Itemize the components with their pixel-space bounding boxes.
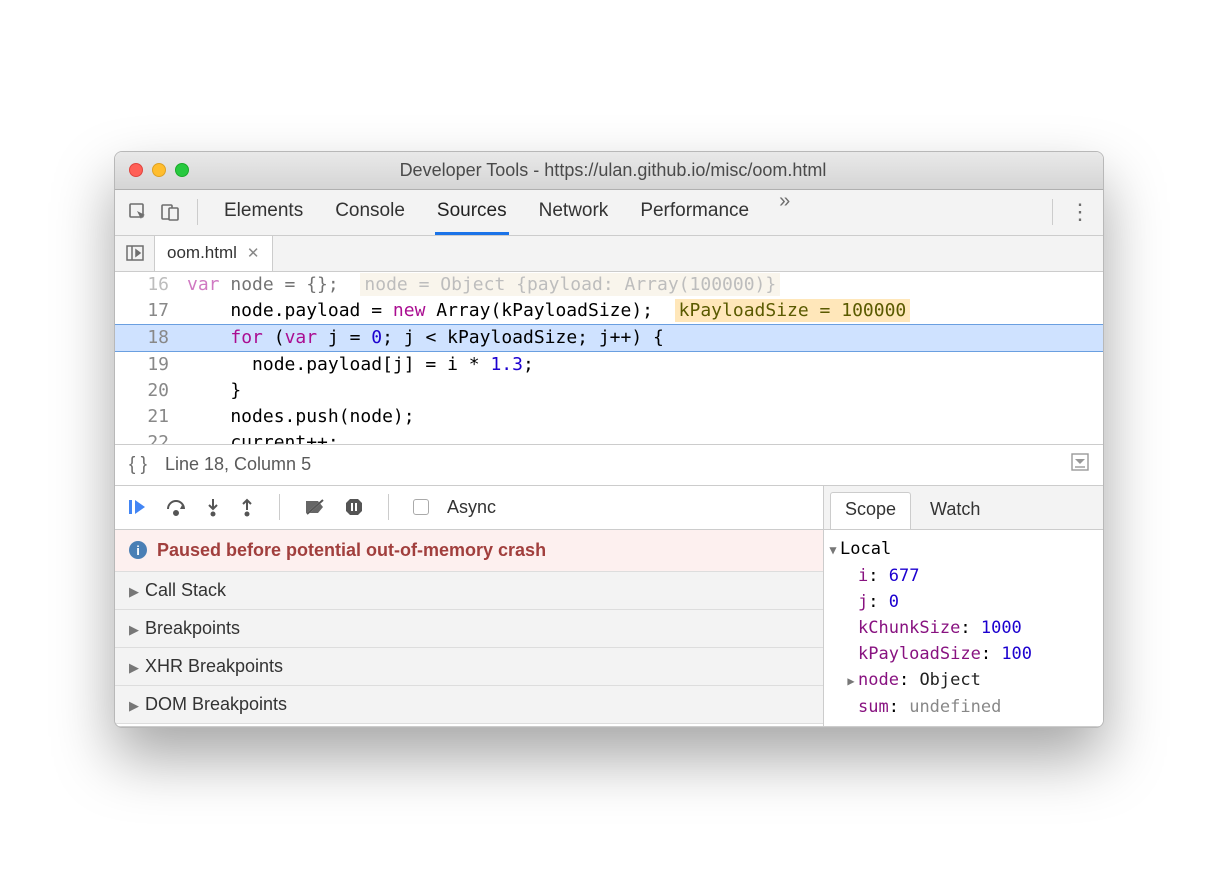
resume-icon[interactable] [127, 497, 147, 517]
step-out-icon[interactable] [239, 497, 255, 517]
debugger-left-pane: Async i Paused before potential out-of-m… [115, 486, 823, 726]
async-checkbox[interactable] [413, 499, 429, 515]
pause-notice: i Paused before potential out-of-memory … [115, 530, 823, 572]
deactivate-breakpoints-icon[interactable] [304, 497, 326, 517]
pretty-print-icon[interactable]: { } [129, 454, 147, 476]
line-number: 18 [115, 325, 183, 351]
devtools-window: Developer Tools - https://ulan.github.io… [114, 151, 1104, 728]
file-tab-label: oom.html [167, 243, 237, 263]
scope-var[interactable]: kPayloadSize: 100 [826, 641, 1101, 667]
code-editor[interactable]: 16 var node = {}; node = Object {payload… [115, 272, 1103, 444]
scope-tabs: Scope Watch [824, 486, 1103, 530]
window-title: Developer Tools - https://ulan.github.io… [137, 160, 1089, 181]
line-number: 17 [115, 298, 183, 324]
line-number: 21 [115, 404, 183, 430]
navigator-toggle-icon[interactable] [115, 236, 155, 271]
async-label: Async [447, 497, 496, 518]
divider [388, 494, 389, 520]
editor-status-bar: { } Line 18, Column 5 [115, 444, 1103, 486]
scope-variables: ▼Local i: 677 j: 0 kChunkSize: 1000 kPay… [824, 530, 1103, 726]
inspect-icon[interactable] [127, 201, 149, 223]
tab-elements[interactable]: Elements [222, 190, 305, 235]
step-over-icon[interactable] [165, 497, 187, 517]
section-breakpoints[interactable]: Breakpoints [115, 610, 823, 648]
line-number: 16 [115, 272, 183, 298]
more-tabs-icon[interactable]: » [779, 190, 790, 235]
close-tab-icon[interactable]: ✕ [247, 244, 260, 262]
highlighted-line: 18 for (var j = 0; j < kPayloadSize; j++… [115, 324, 1103, 352]
scroll-marker-icon[interactable] [1071, 453, 1089, 476]
tab-network[interactable]: Network [537, 190, 611, 235]
tab-performance[interactable]: Performance [638, 190, 751, 235]
cursor-position: Line 18, Column 5 [165, 454, 311, 475]
line-number: 20 [115, 378, 183, 404]
pause-message: Paused before potential out-of-memory cr… [157, 540, 546, 561]
settings-menu-icon[interactable]: ⋮ [1069, 199, 1091, 225]
titlebar: Developer Tools - https://ulan.github.io… [115, 152, 1103, 190]
line-number: 22 [115, 430, 183, 444]
divider [1052, 199, 1053, 225]
main-toolbar: Elements Console Sources Network Perform… [115, 190, 1103, 236]
info-icon: i [129, 541, 147, 559]
tab-scope[interactable]: Scope [830, 492, 911, 529]
device-toggle-icon[interactable] [159, 201, 181, 223]
file-tab-oom[interactable]: oom.html ✕ [155, 236, 273, 271]
section-call-stack[interactable]: Call Stack [115, 572, 823, 610]
pause-on-exceptions-icon[interactable] [344, 497, 364, 517]
step-into-icon[interactable] [205, 497, 221, 517]
divider [279, 494, 280, 520]
debug-toolbar: Async [115, 486, 823, 530]
scope-var[interactable]: kChunkSize: 1000 [826, 615, 1101, 641]
divider [197, 199, 198, 225]
file-tabs-row: oom.html ✕ [115, 236, 1103, 272]
section-dom-breakpoints[interactable]: DOM Breakpoints [115, 686, 823, 724]
tab-console[interactable]: Console [333, 190, 407, 235]
tab-watch[interactable]: Watch [915, 492, 995, 529]
scope-var[interactable]: i: 677 [826, 563, 1101, 589]
debugger-panel: Async i Paused before potential out-of-m… [115, 486, 1103, 727]
scope-var[interactable]: sum: undefined [826, 694, 1101, 720]
tab-sources[interactable]: Sources [435, 190, 509, 235]
scope-pane: Scope Watch ▼Local i: 677 j: 0 kChunkSiz… [823, 486, 1103, 726]
scope-var[interactable]: j: 0 [826, 589, 1101, 615]
line-number: 19 [115, 352, 183, 378]
scope-var-node[interactable]: ▶node: Object [826, 667, 1101, 694]
section-xhr-breakpoints[interactable]: XHR Breakpoints [115, 648, 823, 686]
panel-tabs: Elements Console Sources Network Perform… [222, 190, 1036, 235]
scope-local[interactable]: ▼Local [826, 536, 1101, 563]
